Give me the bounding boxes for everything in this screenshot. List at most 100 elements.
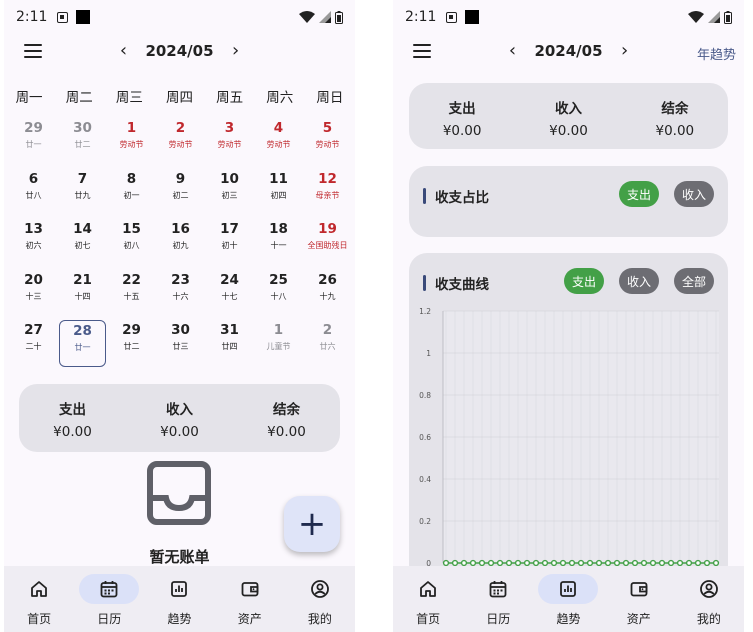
nav-item-calendar[interactable]: 日历 bbox=[463, 566, 533, 632]
day-number: 16 bbox=[171, 221, 190, 238]
calendar-top-bar: ‹ 2024/05 › bbox=[4, 36, 355, 68]
day-number: 8 bbox=[126, 170, 137, 187]
nav-label-trend: 趋势 bbox=[167, 612, 192, 626]
calendar-day[interactable]: 24 十七 bbox=[205, 268, 254, 319]
calendar-day[interactable]: 21 十四 bbox=[58, 268, 107, 319]
calendar-day[interactable]: 22 十五 bbox=[107, 268, 156, 319]
prev-month-chevron-icon[interactable]: ‹ bbox=[117, 40, 129, 62]
day-number: 25 bbox=[269, 271, 288, 288]
lunar-date-label: 母亲节 bbox=[315, 190, 340, 200]
ratio-chip-expense[interactable]: 支出 bbox=[619, 181, 659, 207]
nav-item-assets[interactable]: 资产 bbox=[604, 566, 674, 632]
expense-data-point bbox=[451, 559, 459, 567]
expense-data-point bbox=[613, 559, 621, 567]
nav-label-home: 首页 bbox=[27, 612, 52, 626]
next-month-chevron-icon[interactable]: › bbox=[230, 40, 242, 62]
calendar-day[interactable]: 16 初九 bbox=[156, 217, 205, 268]
y-tick-label: 0.8 bbox=[419, 391, 431, 400]
nav-item-calendar[interactable]: 日历 bbox=[74, 566, 144, 632]
nav-item-trend[interactable]: 趋势 bbox=[533, 566, 603, 632]
income-label: 收入 bbox=[554, 101, 582, 117]
calendar-day[interactable]: 5 劳动节 bbox=[303, 116, 352, 167]
lunar-date-label: 初十 bbox=[221, 241, 238, 251]
trend-top-bar: ‹ 2024/05 › 年趋势 bbox=[393, 36, 744, 68]
expense-data-point bbox=[604, 559, 612, 567]
nav-item-trend[interactable]: 趋势 bbox=[144, 566, 214, 632]
calendar-day[interactable]: 27 二十 bbox=[9, 318, 58, 369]
calendar-day[interactable]: 29 廿一 bbox=[9, 116, 58, 167]
month-label: 2024/05 bbox=[145, 42, 214, 60]
lunar-date-label: 十一 bbox=[270, 241, 287, 251]
expense-data-point bbox=[541, 559, 549, 567]
ratio-chip-income[interactable]: 收入 bbox=[674, 181, 714, 207]
expense-data-point bbox=[685, 559, 693, 567]
calendar-day[interactable]: 19 全国助残日 bbox=[303, 217, 352, 268]
calendar-day[interactable]: 30 廿二 bbox=[58, 116, 107, 167]
year-trend-link[interactable]: 年趋势 bbox=[697, 44, 736, 63]
lunar-date-label: 十七 bbox=[221, 291, 238, 301]
day-number: 20 bbox=[24, 271, 43, 288]
expense-data-point bbox=[505, 559, 513, 567]
calendar-day[interactable]: 23 十六 bbox=[156, 268, 205, 319]
nav-item-assets[interactable]: 资产 bbox=[215, 566, 285, 632]
calendar-day[interactable]: 18 十一 bbox=[254, 217, 303, 268]
nav-item-home[interactable]: 首页 bbox=[4, 566, 74, 632]
calendar-day[interactable]: 13 初六 bbox=[9, 217, 58, 268]
expense-data-point bbox=[631, 559, 639, 567]
expense-data-point bbox=[478, 559, 486, 567]
calendar-summary-card: 支出 ¥0.00 收入 ¥0.00 结余 ¥0.00 bbox=[19, 384, 340, 452]
nav-item-home[interactable]: 首页 bbox=[393, 566, 463, 632]
weekday-header: 周一 周二 周三 周四 周五 周六 周日 bbox=[4, 86, 355, 106]
calendar-day[interactable]: 17 初十 bbox=[205, 217, 254, 268]
calendar-day[interactable]: 1 儿童节 bbox=[254, 318, 303, 369]
nav-item-profile[interactable]: 我的 bbox=[285, 566, 355, 632]
lunar-date-label: 廿一 bbox=[74, 343, 91, 353]
calendar-day[interactable]: 20 十三 bbox=[9, 268, 58, 319]
lunar-date-label: 初七 bbox=[74, 241, 91, 251]
user-profile-icon bbox=[310, 580, 329, 598]
calendar-day[interactable]: 10 初三 bbox=[205, 167, 254, 218]
weekday-label: 周二 bbox=[65, 90, 93, 106]
lunar-date-label: 十三 bbox=[25, 291, 42, 301]
calendar-day[interactable]: 29 廿二 bbox=[107, 318, 156, 369]
nav-label-home: 首页 bbox=[416, 612, 441, 626]
calendar-day[interactable]: 2 劳动节 bbox=[156, 116, 205, 167]
calendar-day[interactable]: 11 初四 bbox=[254, 167, 303, 218]
calendar-day[interactable]: 9 初二 bbox=[156, 167, 205, 218]
empty-inbox-icon bbox=[147, 461, 211, 525]
calendar-day-selected[interactable]: 28 廿一 bbox=[59, 320, 106, 367]
calendar-day[interactable]: 7 廿九 bbox=[58, 167, 107, 218]
wallet-icon bbox=[241, 582, 259, 597]
calendar-day[interactable]: 2 廿六 bbox=[303, 318, 352, 369]
calendar-day[interactable]: 25 十八 bbox=[254, 268, 303, 319]
calendar-day[interactable]: 12 母亲节 bbox=[303, 167, 352, 218]
income-value: ¥0.00 bbox=[160, 424, 199, 440]
prev-month-chevron-icon[interactable]: ‹ bbox=[506, 40, 518, 62]
lunar-date-label: 廿九 bbox=[74, 190, 91, 200]
calendar-day[interactable]: 26 十九 bbox=[303, 268, 352, 319]
day-number: 30 bbox=[73, 120, 92, 136]
lunar-date-label: 廿一 bbox=[25, 140, 42, 149]
calendar-day[interactable]: 8 初一 bbox=[107, 167, 156, 218]
day-number: 27 bbox=[24, 322, 43, 339]
nav-item-profile[interactable]: 我的 bbox=[674, 566, 744, 632]
calendar-day[interactable]: 6 廿八 bbox=[9, 167, 58, 218]
calendar-day[interactable]: 3 劳动节 bbox=[205, 116, 254, 167]
lunar-date-label: 劳动节 bbox=[119, 140, 144, 149]
lunar-date-label: 十六 bbox=[172, 291, 189, 301]
calendar-day[interactable]: 30 廿三 bbox=[156, 318, 205, 369]
calendar-day[interactable]: 15 初八 bbox=[107, 217, 156, 268]
day-number: 23 bbox=[171, 271, 190, 288]
nav-label-calendar: 日历 bbox=[486, 612, 511, 626]
add-bill-button[interactable]: + bbox=[284, 496, 340, 552]
expense-data-point bbox=[649, 559, 657, 567]
day-number: 4 bbox=[273, 120, 284, 136]
calendar-day[interactable]: 1 劳动节 bbox=[107, 116, 156, 167]
calendar-day[interactable]: 14 初七 bbox=[58, 217, 107, 268]
day-number: 30 bbox=[171, 322, 190, 339]
next-month-chevron-icon[interactable]: › bbox=[619, 40, 631, 62]
calendar-day[interactable]: 31 廿四 bbox=[205, 318, 254, 369]
calendar-day[interactable]: 4 劳动节 bbox=[254, 116, 303, 167]
expense-data-point bbox=[667, 559, 675, 567]
day-number: 2 bbox=[322, 322, 333, 339]
